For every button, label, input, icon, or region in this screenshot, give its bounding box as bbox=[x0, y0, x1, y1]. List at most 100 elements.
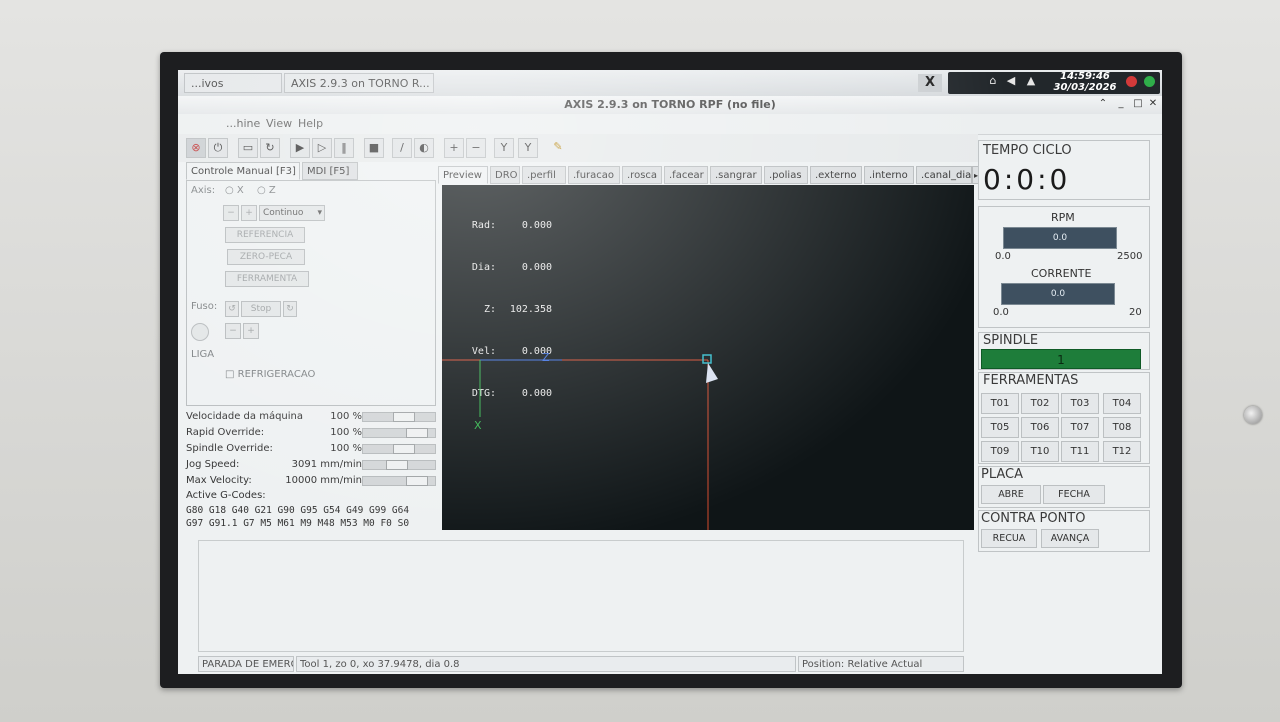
placa-abre-button[interactable]: ABRE bbox=[981, 485, 1041, 504]
tool-button-t05[interactable]: T05 bbox=[981, 417, 1019, 438]
gcode-text-area[interactable] bbox=[198, 540, 964, 652]
optional-stop-button[interactable]: ◐ bbox=[414, 138, 434, 158]
stop-program-button[interactable]: ■ bbox=[364, 138, 384, 158]
menu-view[interactable]: View bbox=[266, 117, 292, 130]
estop-toggle-button[interactable]: ⊗ bbox=[186, 138, 206, 158]
contra-ponto-title: CONTRA PONTO bbox=[981, 511, 1086, 526]
power-red-icon[interactable] bbox=[1126, 76, 1137, 87]
referencia-button[interactable]: REFERENCIA bbox=[225, 227, 305, 243]
jog-plus-button[interactable]: + bbox=[241, 205, 257, 221]
axis-x-radio[interactable]: ○ X bbox=[225, 185, 244, 196]
manual-control-frame: Axis: ○ X ○ Z − + Continuo ▾ REFERENCIA Z… bbox=[186, 180, 436, 406]
tab-dro[interactable]: DRO bbox=[490, 166, 520, 184]
corrente-gauge: 0.0 bbox=[1001, 283, 1115, 305]
feed-override-slider[interactable] bbox=[362, 412, 436, 422]
tool-button-t03[interactable]: T03 bbox=[1061, 393, 1099, 414]
machine-power-button[interactable]: ⏻ bbox=[208, 138, 228, 158]
window-close-icon[interactable]: ✕ bbox=[1146, 97, 1160, 111]
tool-button-t01[interactable]: T01 bbox=[981, 393, 1019, 414]
spindle-title: SPINDLE bbox=[983, 333, 1039, 348]
window-collapse-icon[interactable]: ⌃ bbox=[1096, 97, 1110, 111]
step-program-button[interactable]: ▷ bbox=[312, 138, 332, 158]
spindle-cw-button[interactable]: ↻ bbox=[283, 301, 297, 317]
menu-help[interactable]: Help bbox=[298, 117, 323, 130]
spindle-section: SPINDLE 1 bbox=[978, 332, 1150, 370]
tool-button-t02[interactable]: T02 bbox=[1021, 393, 1059, 414]
rpm-label: RPM bbox=[1051, 211, 1075, 224]
preview-canvas[interactable]: Rad: 0.000 Dia: 0.000 Z: 102.358 Vel: 0.000 … bbox=[442, 185, 974, 530]
spindle-slower-button[interactable]: − bbox=[225, 323, 241, 339]
network-icon[interactable]: ⌂ bbox=[986, 74, 1000, 88]
tab-canal-dia[interactable]: .canal_dia bbox=[916, 166, 972, 184]
contra-ponto-avanca-button[interactable]: AVANÇA bbox=[1041, 529, 1099, 548]
axis-z-radio[interactable]: ○ Z bbox=[257, 185, 276, 196]
placa-fecha-button[interactable]: FECHA bbox=[1043, 485, 1105, 504]
tab-mdi[interactable]: MDI [F5] bbox=[302, 162, 358, 180]
active-gcodes: G80 G18 G40 G21 G90 G95 G54 G49 G99 G64 … bbox=[186, 504, 438, 534]
spindle-brake-toggle[interactable] bbox=[191, 323, 209, 341]
tab-rosca[interactable]: .rosca bbox=[622, 166, 662, 184]
pause-program-button[interactable]: ‖ bbox=[334, 138, 354, 158]
refrigeracao-checkbox[interactable]: □ REFRIGERACAO bbox=[225, 369, 315, 380]
tab-controle-manual[interactable]: Controle Manual [F3] bbox=[186, 162, 300, 180]
slider-thumb[interactable] bbox=[386, 460, 408, 470]
power-green-icon[interactable] bbox=[1144, 76, 1155, 87]
status-tool: Tool 1, zo 0, xo 37.9478, dia 0.8 bbox=[296, 656, 796, 672]
open-file-button[interactable]: ▭ bbox=[238, 138, 258, 158]
block-delete-button[interactable]: / bbox=[392, 138, 412, 158]
menu-machine[interactable]: ...hine bbox=[226, 117, 260, 130]
slider-thumb[interactable] bbox=[393, 412, 415, 422]
jog-minus-button[interactable]: − bbox=[223, 205, 239, 221]
override-label: Rapid Override: bbox=[186, 427, 265, 438]
tool-button-t06[interactable]: T06 bbox=[1021, 417, 1059, 438]
tab-interno[interactable]: .interno bbox=[864, 166, 914, 184]
contra-ponto-recua-button[interactable]: RECUA bbox=[981, 529, 1037, 548]
spindle-stop-button[interactable]: Stop bbox=[241, 301, 281, 317]
tab-sangrar[interactable]: .sangrar bbox=[710, 166, 762, 184]
tab-preview[interactable]: Preview bbox=[438, 166, 488, 184]
taskbar-task-axis[interactable]: AXIS 2.9.3 on TORNO R... bbox=[284, 73, 434, 93]
max-velocity-slider[interactable] bbox=[362, 476, 436, 486]
tab-furacao[interactable]: .furacao bbox=[568, 166, 620, 184]
tab-externo[interactable]: .externo bbox=[810, 166, 862, 184]
view-rotated-button[interactable]: Y bbox=[518, 138, 538, 158]
tool-button-t11[interactable]: T11 bbox=[1061, 441, 1099, 462]
zero-peca-button[interactable]: ZERO-PECA bbox=[227, 249, 305, 265]
tab-facear[interactable]: .facear bbox=[664, 166, 708, 184]
rpm-min-label: 0.0 bbox=[995, 251, 1011, 262]
rapid-override-slider[interactable] bbox=[362, 428, 436, 438]
window-minimize-icon[interactable]: _ bbox=[1114, 97, 1128, 111]
jog-mode-select[interactable]: Continuo ▾ bbox=[259, 205, 325, 221]
slider-thumb[interactable] bbox=[393, 444, 415, 454]
spindle-ccw-button[interactable]: ↺ bbox=[225, 301, 239, 317]
x-app-icon[interactable]: X bbox=[918, 74, 942, 92]
taskbar-task-files[interactable]: ...ivos bbox=[184, 73, 282, 93]
tool-button-t12[interactable]: T12 bbox=[1103, 441, 1141, 462]
spindle-override-slider[interactable] bbox=[362, 444, 436, 454]
run-program-button[interactable]: ▶ bbox=[290, 138, 310, 158]
notification-bell-icon[interactable]: ▲ bbox=[1024, 74, 1038, 88]
reload-file-button[interactable]: ↻ bbox=[260, 138, 280, 158]
zoom-out-button[interactable]: − bbox=[466, 138, 486, 158]
tool-button-t10[interactable]: T10 bbox=[1021, 441, 1059, 462]
tool-button-t04[interactable]: T04 bbox=[1103, 393, 1141, 414]
tool-button-t07[interactable]: T07 bbox=[1061, 417, 1099, 438]
view-lathe-button[interactable]: Y bbox=[494, 138, 514, 158]
override-row: Jog Speed: 3091 mm/min bbox=[186, 458, 438, 473]
gcodes-line-1: G80 G18 G40 G21 G90 G95 G54 G49 G99 G64 bbox=[186, 505, 410, 516]
zoom-in-button[interactable]: + bbox=[444, 138, 464, 158]
clear-plot-brush-icon[interactable]: ✎ bbox=[548, 138, 568, 158]
gauges-section: RPM 0.0 0.0 2500 CORRENTE 0.0 0.0 20 bbox=[978, 206, 1150, 328]
slider-thumb[interactable] bbox=[406, 476, 428, 486]
slider-thumb[interactable] bbox=[406, 428, 428, 438]
tab-polias[interactable]: .polias bbox=[764, 166, 808, 184]
tool-button-t08[interactable]: T08 bbox=[1103, 417, 1141, 438]
volume-icon[interactable]: ◀ bbox=[1004, 74, 1018, 88]
spindle-faster-button[interactable]: + bbox=[243, 323, 259, 339]
ferramenta-button[interactable]: FERRAMENTA bbox=[225, 271, 309, 287]
window-maximize-icon[interactable]: □ bbox=[1131, 97, 1145, 111]
tab-perfil[interactable]: .perfil bbox=[522, 166, 566, 184]
gcodes-line-2: G97 G91.1 G7 M5 M61 M9 M48 M53 M0 F0 S0 bbox=[186, 518, 410, 529]
tool-button-t09[interactable]: T09 bbox=[981, 441, 1019, 462]
jog-speed-slider[interactable] bbox=[362, 460, 436, 470]
